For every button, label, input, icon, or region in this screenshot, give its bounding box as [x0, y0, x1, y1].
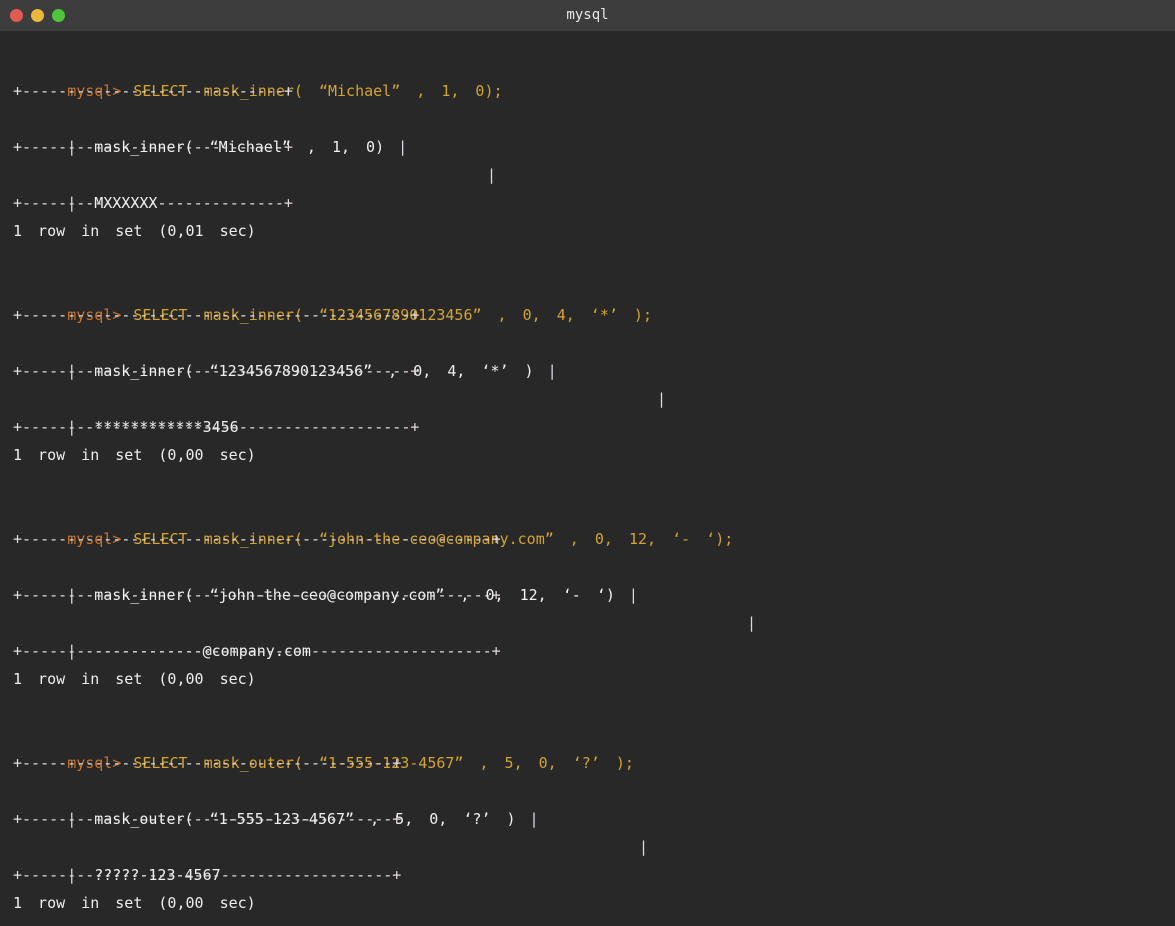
table-header-row: |mask_inner( “1234567890123456” , 0, 4, …: [0, 329, 1175, 357]
command-line: mysql>SELECT mask_inner( “12345678901234…: [0, 273, 1175, 301]
table-border: +-----------------------------+: [0, 189, 1175, 217]
query-block-4: mysql>SELECT mask_outer( “1-555-123-4567…: [0, 721, 1175, 917]
query-block-1: mysql>SELECT mask_inner( “Michael” , 1, …: [0, 49, 1175, 245]
table-border: +---------------------------------------…: [0, 637, 1175, 665]
table-border: +-----------------------------+: [0, 133, 1175, 161]
command-line: mysql>SELECT mask_inner( “Michael” , 1, …: [0, 49, 1175, 77]
table-border: +---------------------------------------…: [0, 525, 1175, 553]
window-title: mysql: [0, 0, 1175, 31]
table-border: +---------------------------------------…: [0, 581, 1175, 609]
pipe-glyph: |: [747, 609, 756, 637]
table-border: +---------------------------------------…: [0, 413, 1175, 441]
table-value-row: |?????-123-4567|: [0, 833, 1175, 861]
table-value-row: |------------@company.com|: [0, 609, 1175, 637]
table-value-row: |************3456|: [0, 385, 1175, 413]
status-line: 1 row in set (0,00 sec): [0, 441, 1175, 469]
table-header-row: |mask_outer( “1-555-123-4567” , 5, 0, ‘?…: [0, 777, 1175, 805]
command-line: mysql>SELECT mask_outer( “1-555-123-4567…: [0, 721, 1175, 749]
status-line: 1 row in set (0,00 sec): [0, 665, 1175, 693]
pipe-glyph: |: [487, 161, 496, 189]
table-border: +---------------------------------------…: [0, 805, 1175, 833]
table-border: +---------------------------------------…: [0, 749, 1175, 777]
table-header-row: |mask_inner( “john-the-ceo@company.com” …: [0, 553, 1175, 581]
table-value-row: |MXXXXXX|: [0, 161, 1175, 189]
terminal-content[interactable]: mysql>SELECT mask_inner( “Michael” , 1, …: [0, 31, 1175, 917]
pipe-glyph: |: [639, 833, 648, 861]
pipe-glyph: |: [657, 385, 666, 413]
table-border: +---------------------------------------…: [0, 357, 1175, 385]
table-border: +---------------------------------------…: [0, 861, 1175, 889]
window-titlebar: mysql: [0, 0, 1175, 31]
query-block-3: mysql>SELECT mask_inner( “john-the-ceo@c…: [0, 497, 1175, 693]
command-line: mysql>SELECT mask_inner( “john-the-ceo@c…: [0, 497, 1175, 525]
table-border: +-----------------------------+: [0, 77, 1175, 105]
query-block-2: mysql>SELECT mask_inner( “12345678901234…: [0, 273, 1175, 469]
table-border: +---------------------------------------…: [0, 301, 1175, 329]
status-line: 1 row in set (0,00 sec): [0, 889, 1175, 917]
status-line: 1 row in set (0,01 sec): [0, 217, 1175, 245]
table-header-row: |mask_inner( “Michael” , 1, 0)|: [0, 105, 1175, 133]
